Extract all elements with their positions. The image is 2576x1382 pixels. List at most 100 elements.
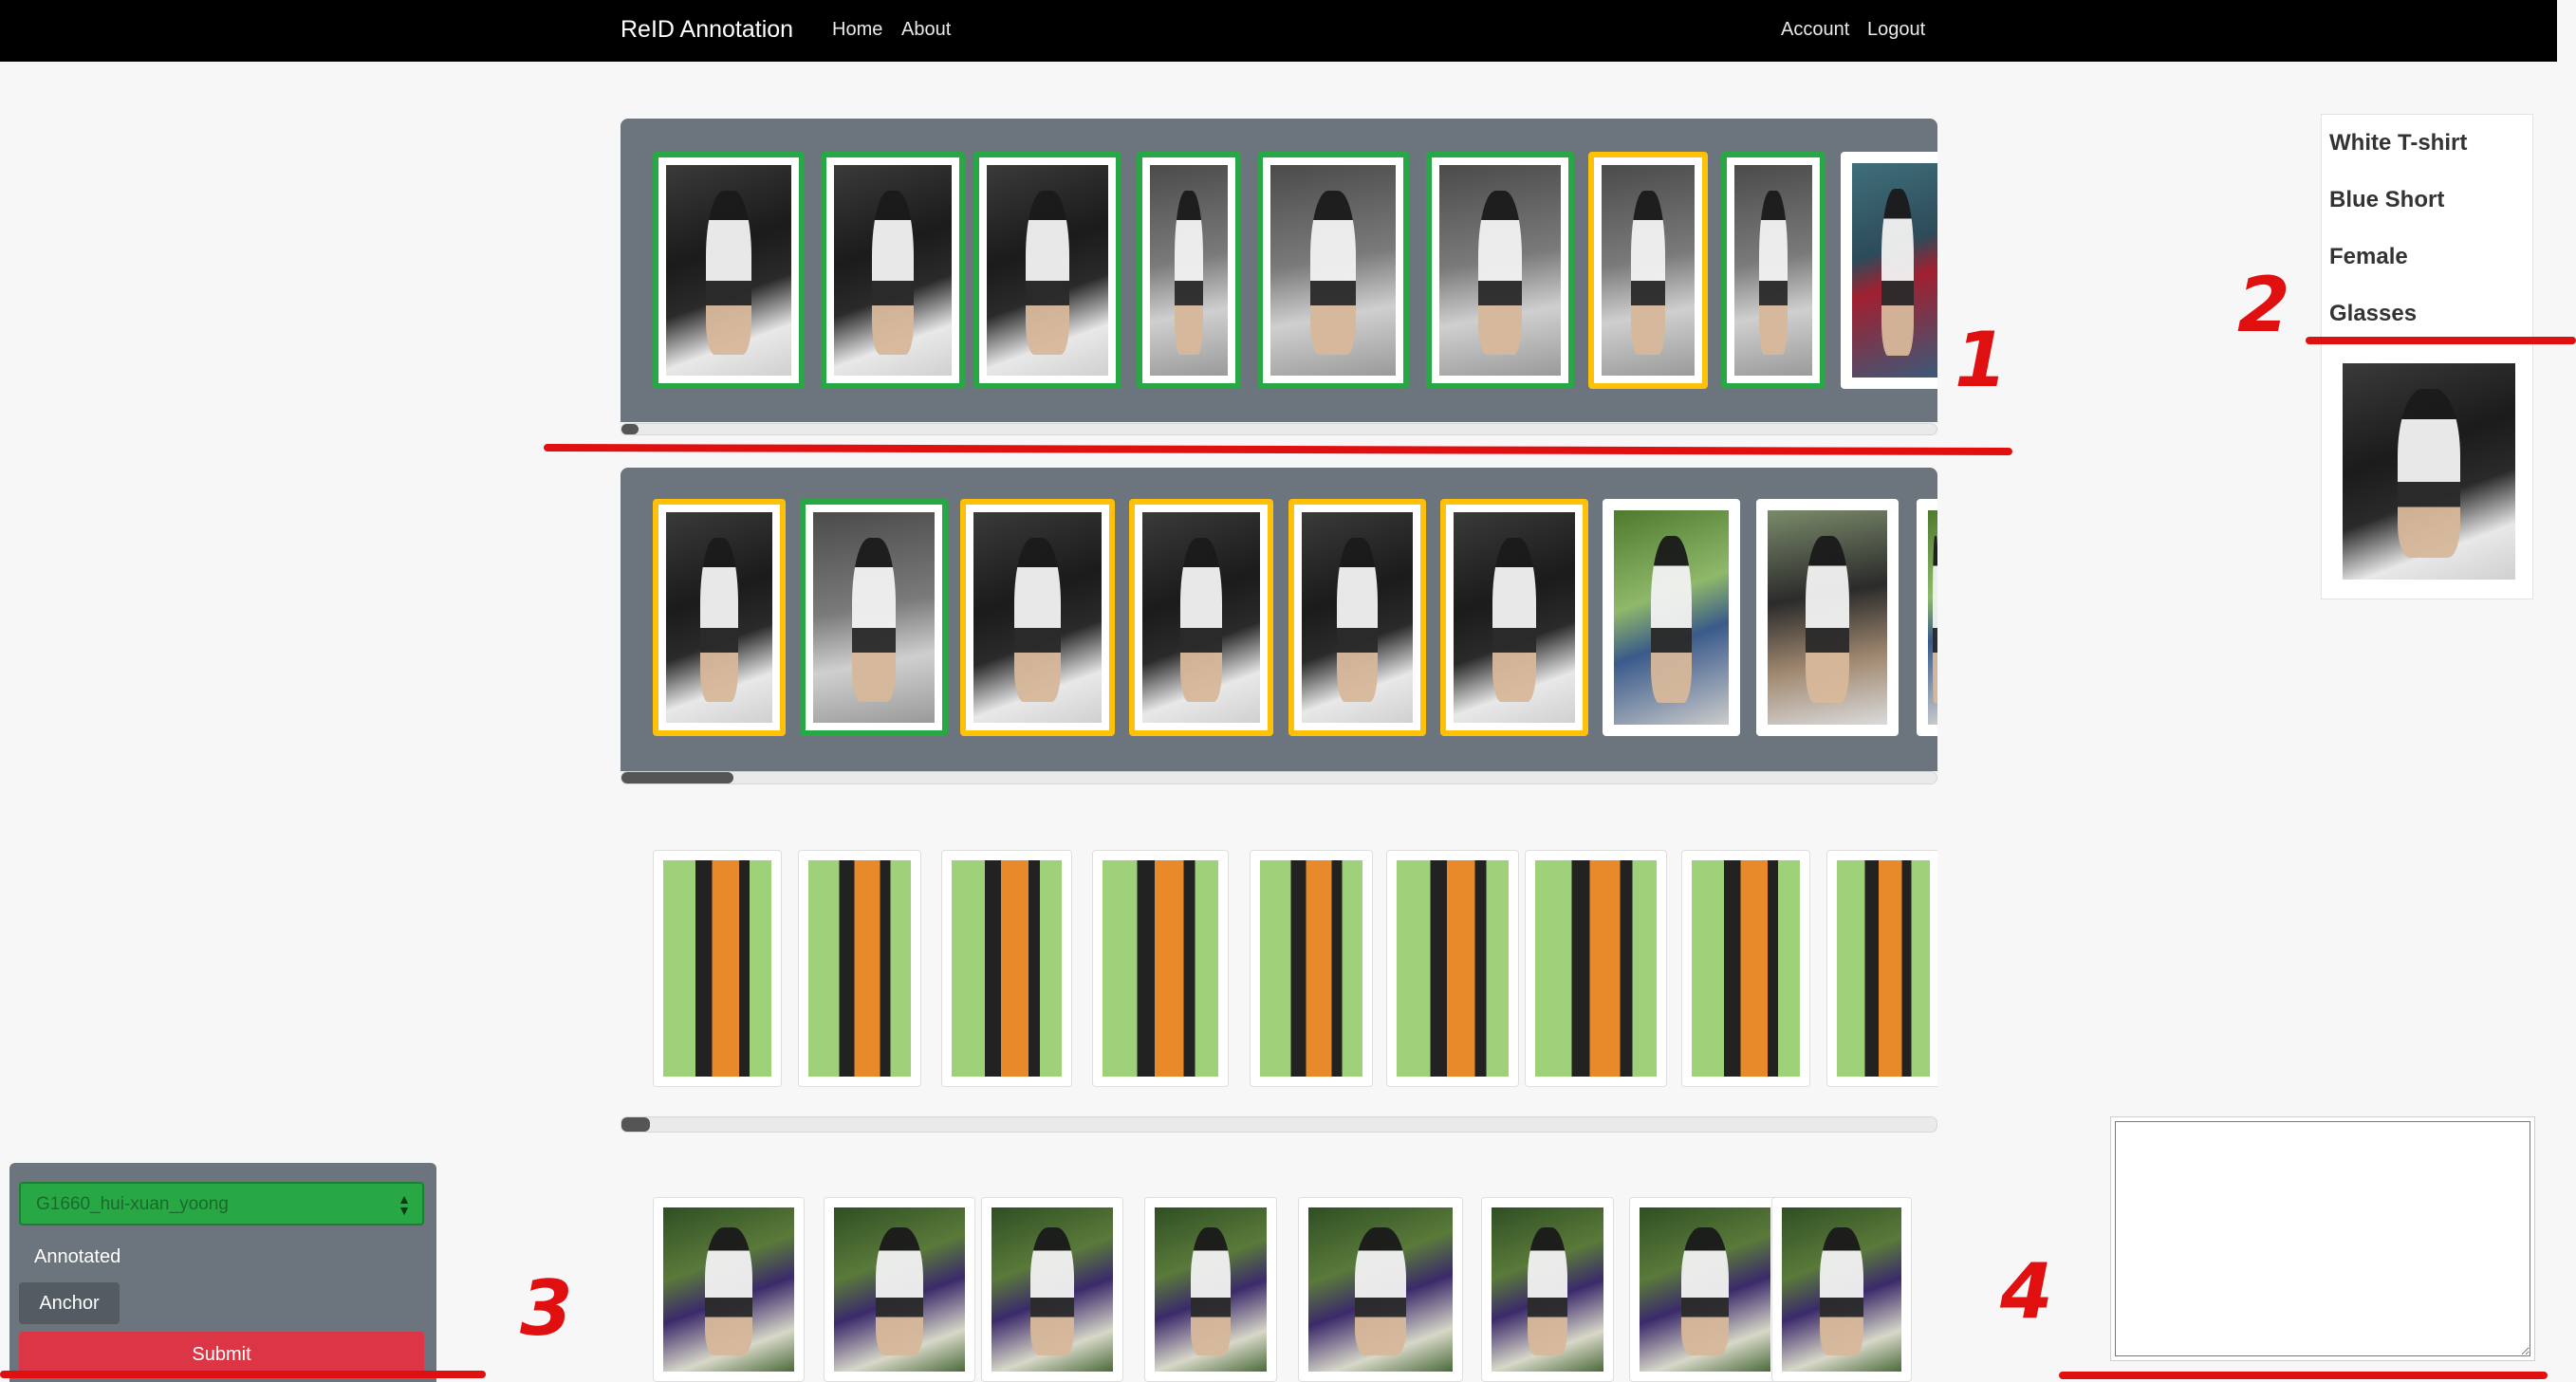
annotated-label: Annotated <box>34 1246 121 1267</box>
strip-1-image-card[interactable] <box>1721 152 1825 389</box>
strip-2-scrollbar[interactable] <box>621 771 1937 784</box>
strip-4-image-card[interactable] <box>1298 1197 1463 1382</box>
person-figure <box>2398 389 2460 559</box>
strip-1-image-card[interactable] <box>1137 152 1241 389</box>
person-crop-image <box>1439 165 1561 376</box>
person-crop-image <box>808 860 911 1077</box>
person-crop-image <box>991 1207 1113 1372</box>
strip-4-image-card[interactable] <box>653 1197 805 1382</box>
strip-2-image-card[interactable] <box>653 499 786 736</box>
person-crop-image <box>987 165 1108 376</box>
person-figure <box>1179 537 1223 702</box>
notes-textarea[interactable] <box>2115 1121 2530 1356</box>
strip-3-image-card[interactable] <box>1386 850 1519 1087</box>
person-figure <box>1014 537 1061 702</box>
person-crop-image <box>834 165 952 376</box>
strip-4-image-card[interactable] <box>1771 1197 1912 1382</box>
strip-3-image-card[interactable] <box>1681 850 1810 1087</box>
strip-4-image-card[interactable] <box>824 1197 975 1382</box>
candidate-strip-3 <box>621 842 1937 1089</box>
select-caret-icon: ▲ ▼ <box>398 1191 411 1218</box>
person-crop-image <box>663 1207 794 1372</box>
person-crop-image <box>663 860 771 1077</box>
person-crop-image <box>666 165 791 376</box>
strip-1-image-card[interactable] <box>1426 152 1574 389</box>
brand-title[interactable]: ReID Annotation <box>621 16 793 44</box>
strip-1-image-card[interactable] <box>1588 152 1708 389</box>
strip-3-scroll-thumb[interactable] <box>621 1117 650 1132</box>
person-figure <box>1337 537 1378 702</box>
attributes-panel: White T-shirt Blue Short Female Glasses <box>2321 114 2533 599</box>
person-figure <box>699 537 739 702</box>
candidate-strip-4 <box>621 1193 1937 1382</box>
strip-1-scroll-thumb[interactable] <box>621 424 639 434</box>
person-figure <box>1025 190 1070 355</box>
marker-underline-2 <box>2306 337 2576 344</box>
strip-1-image-card[interactable] <box>973 152 1121 389</box>
nav-account-link[interactable]: Account <box>1781 19 1849 41</box>
strip-4-image-card[interactable] <box>1629 1197 1781 1382</box>
person-figure <box>1759 190 1788 355</box>
person-figure <box>1881 189 1915 357</box>
anchor-button[interactable]: Anchor <box>19 1282 120 1324</box>
strip-2-image-card[interactable] <box>1756 499 1899 736</box>
identity-select[interactable]: G1660_hui-xuan_yoong ▲ ▼ <box>19 1182 424 1225</box>
strip-3-image-card[interactable] <box>1525 850 1667 1087</box>
person-crop-image <box>1602 165 1695 376</box>
person-crop-image <box>834 1207 965 1372</box>
control-panel: G1660_hui-xuan_yoong ▲ ▼ Annotated Anchor… <box>9 1163 436 1382</box>
person-crop-image <box>1640 1207 1770 1372</box>
strip-4-image-card[interactable] <box>981 1197 1123 1382</box>
marker-number-2: 2 <box>2237 261 2290 349</box>
attribute-short: Blue Short <box>2329 187 2445 212</box>
query-person-image <box>2343 363 2515 580</box>
person-figure <box>1492 537 1537 702</box>
strip-1-image-card[interactable] <box>1257 152 1409 389</box>
strip-1-image-card[interactable] <box>821 152 965 389</box>
marker-number-1: 1 <box>1955 316 2008 404</box>
person-crop-image <box>1492 1207 1603 1372</box>
person-figure <box>1650 536 1693 704</box>
strip-2-image-card[interactable] <box>960 499 1115 736</box>
person-crop-image <box>1308 1207 1453 1372</box>
strip-3-image-card[interactable] <box>1250 850 1373 1087</box>
person-figure <box>706 190 751 355</box>
person-crop-image <box>1260 860 1362 1077</box>
strip-3-scrollbar[interactable] <box>621 1116 1937 1133</box>
strip-1-scrollbar[interactable] <box>621 423 1937 435</box>
candidate-strip-2 <box>621 468 1937 771</box>
strip-2-image-card[interactable] <box>1603 499 1740 736</box>
marker-underline-3 <box>0 1371 486 1378</box>
nav-home-link[interactable]: Home <box>832 19 882 41</box>
nav-logout-link[interactable]: Logout <box>1867 19 1925 41</box>
person-figure <box>1681 1226 1729 1355</box>
strip-2-image-card[interactable] <box>1288 499 1426 736</box>
person-figure <box>705 1226 752 1355</box>
strip-2-image-card[interactable] <box>1129 499 1273 736</box>
person-figure <box>1175 190 1203 355</box>
person-crop-image <box>1270 165 1396 376</box>
person-crop-image <box>1155 1207 1267 1372</box>
person-crop-image <box>973 512 1102 723</box>
strip-3-image-card[interactable] <box>941 850 1072 1087</box>
person-figure <box>1933 536 1937 704</box>
strip-2-scroll-thumb[interactable] <box>621 772 733 783</box>
strip-2-image-card[interactable] <box>800 499 948 736</box>
person-figure <box>1527 1226 1568 1355</box>
person-crop-image <box>952 860 1062 1077</box>
nav-about-link[interactable]: About <box>901 19 951 41</box>
strip-3-image-card[interactable] <box>1092 850 1229 1087</box>
strip-2-image-card[interactable] <box>1917 499 1937 736</box>
strip-4-image-card[interactable] <box>1144 1197 1277 1382</box>
strip-1-image-card[interactable] <box>653 152 805 389</box>
strip-3-image-card[interactable] <box>1826 850 1937 1087</box>
strip-2-image-card[interactable] <box>1440 499 1588 736</box>
person-figure <box>871 190 915 355</box>
strip-4-image-card[interactable] <box>1481 1197 1614 1382</box>
person-crop-image <box>813 512 935 723</box>
attribute-tshirt: White T-shirt <box>2329 130 2468 156</box>
strip-3-image-card[interactable] <box>653 850 782 1087</box>
strip-1-image-card[interactable] <box>1841 152 1937 389</box>
strip-3-image-card[interactable] <box>798 850 921 1087</box>
person-crop-image <box>1614 510 1729 725</box>
